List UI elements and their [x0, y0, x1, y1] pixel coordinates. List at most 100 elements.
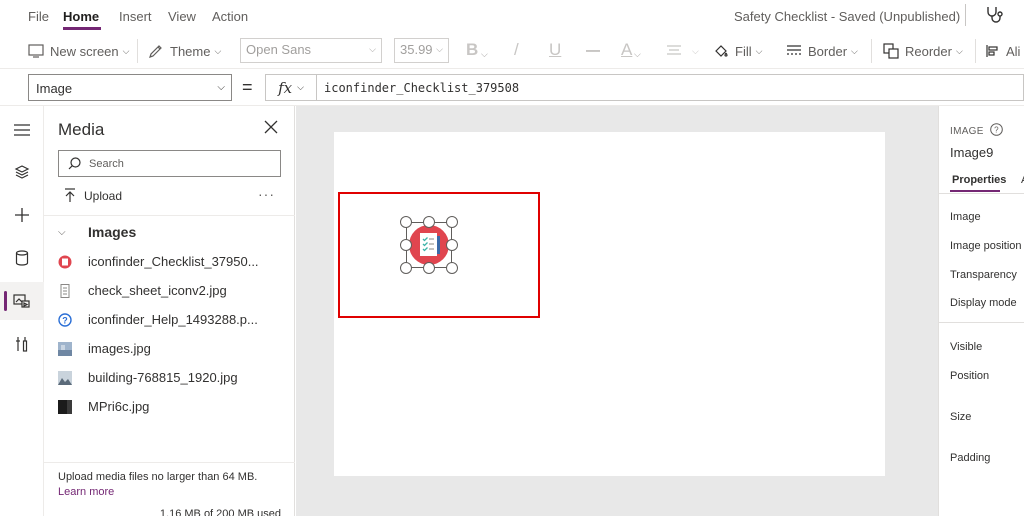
align-label: Ali [1006, 43, 1021, 59]
footer-divider [44, 462, 295, 463]
chevron-down-icon: ⌵ [297, 82, 304, 92]
panel-divider [44, 215, 295, 216]
media-search-box[interactable] [58, 150, 281, 177]
list-item[interactable]: building-768815_1920.jpg [44, 363, 295, 392]
formula-input[interactable]: iconfinder_Checklist_379508 [317, 74, 1024, 101]
prop-image-position[interactable]: Image position [950, 240, 1022, 252]
font-family-select[interactable]: Open Sans ⌵ [240, 38, 382, 63]
theme-label: Theme [170, 43, 211, 59]
font-color-chevron-icon[interactable]: ⌵ [634, 44, 641, 64]
underline-button[interactable]: U [549, 40, 561, 60]
border-label: Border [808, 43, 848, 59]
resize-handle[interactable] [446, 216, 458, 228]
align-button[interactable]: Ali [986, 41, 1020, 61]
menu-insert[interactable]: Insert [119, 9, 152, 24]
chevron-down-icon: ⌵ [436, 44, 443, 54]
file-thumb-icon [58, 283, 72, 298]
chevron-down-icon: ⌵ [955, 45, 963, 56]
media-panel-title: Media [58, 120, 105, 139]
prop-image[interactable]: Image [950, 211, 981, 223]
tree-view-layers-icon[interactable] [12, 162, 32, 182]
active-tab-indicator [63, 27, 101, 30]
toolbar-separator [975, 39, 976, 63]
app-checker-stethoscope-icon[interactable] [984, 5, 1004, 28]
control-name[interactable]: Image9 [950, 145, 993, 160]
app-save-status: Safety Checklist - Saved (Unpublished) [734, 9, 961, 24]
font-family-value: Open Sans [246, 42, 312, 57]
resize-handle[interactable] [400, 262, 412, 274]
resize-handle[interactable] [446, 239, 458, 251]
formula-bar: Image ⌵ = fx ⌵ iconfinder_Checklist_3795… [0, 69, 1024, 106]
section-divider [939, 322, 1024, 323]
images-section-title: Images [88, 224, 137, 240]
menu-file[interactable]: File [28, 9, 49, 24]
insert-plus-icon[interactable] [12, 205, 32, 225]
more-options-icon[interactable]: ··· [258, 186, 275, 202]
new-screen-button[interactable]: New screen ⌵ [28, 41, 129, 61]
font-color-button[interactable]: A [621, 40, 632, 60]
hamburger-menu-icon[interactable] [12, 120, 32, 140]
images-section-header[interactable]: ⌵ Images [58, 224, 136, 240]
resize-handle[interactable] [400, 239, 412, 251]
help-icon[interactable]: ? [989, 123, 1003, 139]
storage-usage: 1.16 MB of 200 MB used [159, 508, 281, 516]
advanced-tools-icon[interactable] [12, 334, 32, 354]
property-select[interactable]: Image ⌵ [28, 74, 232, 101]
upload-button[interactable]: Upload [64, 188, 122, 203]
menu-home[interactable]: Home [63, 9, 99, 24]
media-item-name: iconfinder_Checklist_37950... [88, 254, 259, 269]
media-item-name: iconfinder_Help_1493288.p... [88, 312, 258, 327]
resize-handle[interactable] [400, 216, 412, 228]
prop-position[interactable]: Position [950, 370, 989, 382]
menu-bar: File Home Insert View Action Safety Chec… [0, 0, 1024, 32]
resize-handle[interactable] [446, 262, 458, 274]
data-cylinder-icon[interactable] [12, 248, 32, 268]
list-item[interactable]: MPri6c.jpg [44, 392, 295, 421]
align-left-icon [986, 45, 998, 57]
fill-button[interactable]: Fill ⌵ [713, 41, 762, 61]
fx-button[interactable]: fx ⌵ [265, 74, 317, 101]
list-item[interactable]: ? iconfinder_Help_1493288.p... [44, 305, 295, 334]
fill-label: Fill [735, 43, 752, 59]
font-size-select[interactable]: 35.99 ⌵ [394, 38, 449, 63]
landscape-thumb-icon [58, 370, 72, 385]
learn-more-link[interactable]: Learn more [58, 486, 114, 498]
tab-divider [939, 193, 1024, 194]
border-lines-icon [787, 45, 801, 55]
media-icon[interactable] [12, 291, 32, 311]
upload-size-note: Upload media files no larger than 64 MB.… [58, 470, 286, 500]
menu-view[interactable]: View [168, 9, 196, 24]
prop-visible[interactable]: Visible [950, 341, 982, 353]
close-icon[interactable] [264, 120, 278, 137]
prop-padding[interactable]: Padding [950, 452, 990, 464]
list-item[interactable]: check_sheet_iconv2.jpg [44, 276, 295, 305]
upload-label: Upload [84, 188, 123, 203]
prop-size[interactable]: Size [950, 411, 971, 423]
list-item[interactable]: iconfinder_Checklist_37950... [44, 247, 295, 276]
border-button[interactable]: Border ⌵ [786, 41, 858, 61]
resize-handle[interactable] [423, 216, 435, 228]
reorder-button[interactable]: Reorder ⌵ [883, 41, 963, 61]
bold-chevron-icon[interactable]: ⌵ [481, 44, 488, 64]
ribbon-toolbar: New screen ⌵ Theme ⌵ Open Sans ⌵ 35.99 ⌵… [0, 32, 1024, 69]
image-control[interactable] [400, 216, 458, 274]
menu-action[interactable]: Action [212, 9, 248, 24]
search-icon [68, 157, 81, 170]
tab-properties[interactable]: Properties [952, 174, 1006, 186]
search-input[interactable] [89, 157, 269, 170]
media-item-name: images.jpg [88, 341, 151, 356]
chevron-down-icon: ⌵ [369, 44, 376, 54]
function-fx-icon: fx [278, 78, 293, 97]
prop-display-mode[interactable]: Display mode [950, 297, 1017, 309]
prop-transparency[interactable]: Transparency [950, 269, 1017, 281]
italic-button[interactable]: / [514, 40, 519, 60]
resize-handle[interactable] [423, 262, 435, 274]
text-align-button[interactable]: ⌵ [666, 41, 699, 61]
left-rail [0, 106, 44, 516]
strikethrough-button[interactable]: — [586, 42, 600, 58]
theme-button[interactable]: Theme ⌵ [148, 41, 221, 61]
control-type-label: IMAGE ? [950, 123, 1003, 139]
bold-button[interactable]: B [466, 40, 478, 60]
list-item[interactable]: images.jpg [44, 334, 295, 363]
chevron-down-icon: ⌵ [217, 82, 225, 93]
